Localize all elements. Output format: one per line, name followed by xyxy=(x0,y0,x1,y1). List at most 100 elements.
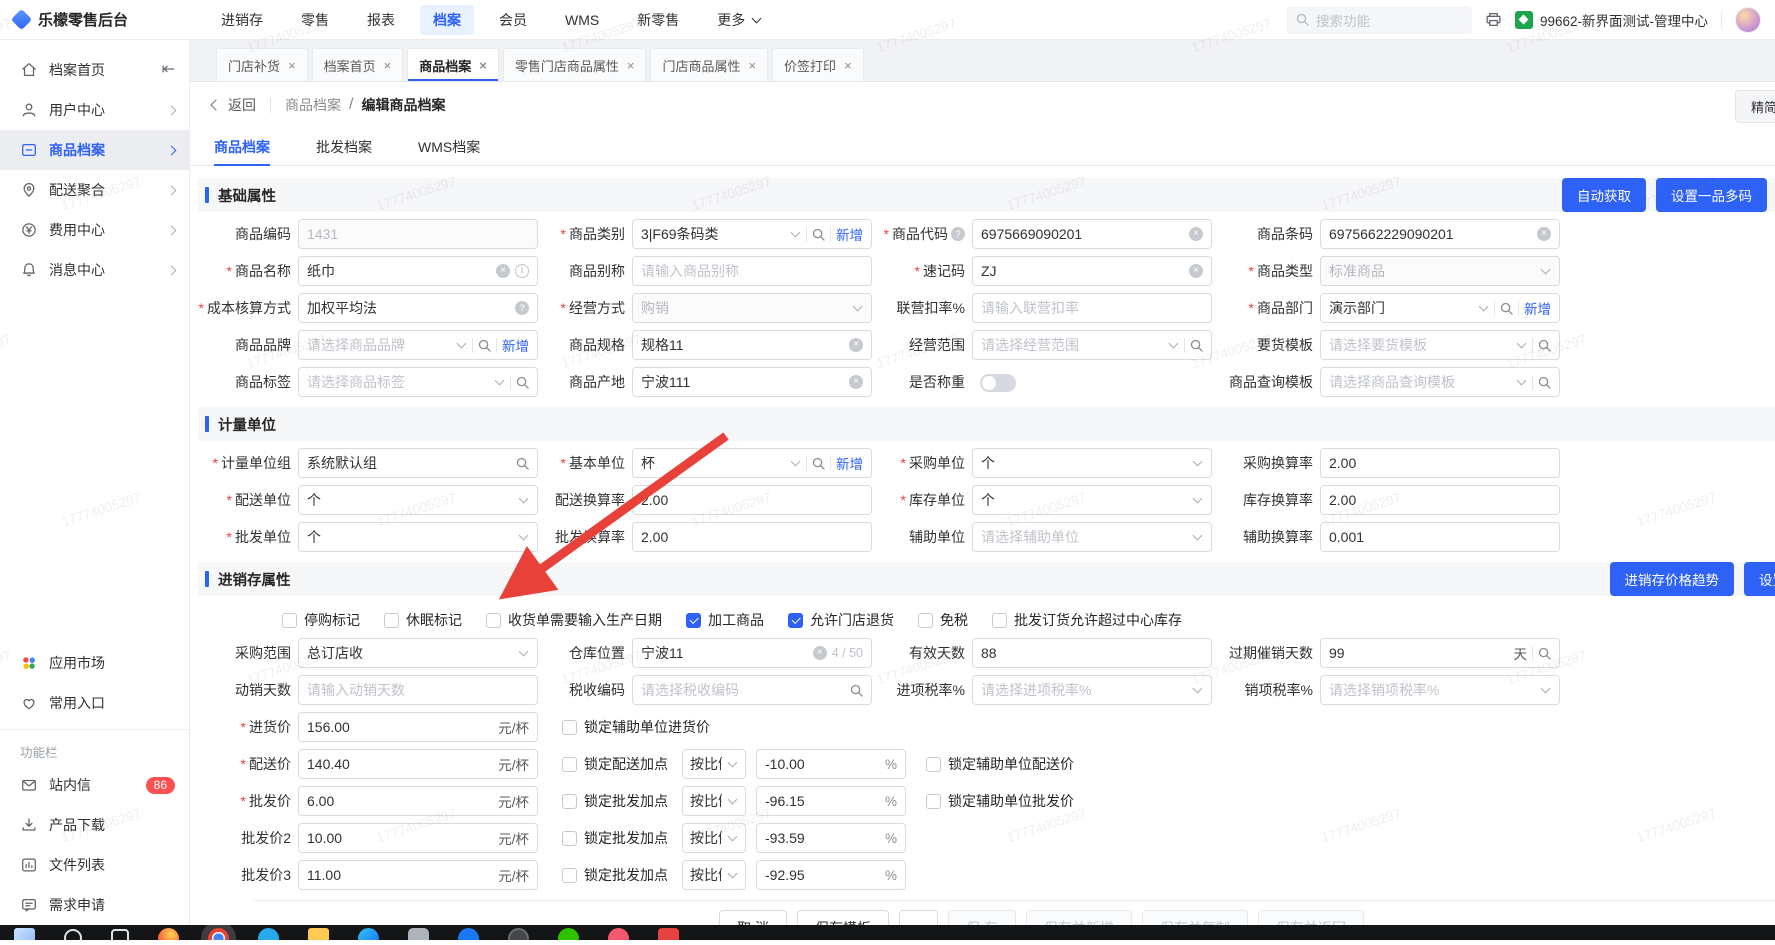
field-query-template[interactable]: 请选择商品查询模板 xyxy=(1320,367,1560,397)
nav-item-4[interactable]: 档案 xyxy=(420,4,474,35)
clear-icon[interactable]: × xyxy=(1537,227,1551,241)
search-icon[interactable] xyxy=(812,457,825,470)
printer-icon[interactable] xyxy=(1485,11,1502,28)
field-item-department[interactable]: 演示部门 新增 xyxy=(1320,293,1560,323)
file-explorer-icon[interactable] xyxy=(308,928,329,940)
sidebar-item-item-archive[interactable]: 商品档案 xyxy=(0,130,189,170)
field-purchase-price[interactable]: 156.00 元/杯 xyxy=(298,712,538,742)
field-aux-unit[interactable]: 请选择辅助单位 xyxy=(972,522,1212,552)
field-wholesale-price3[interactable]: 11.00 元/杯 xyxy=(298,860,538,890)
checkbox-allow-store-return[interactable]: 允许门店退货 xyxy=(788,610,894,630)
add-new-link[interactable]: 新增 xyxy=(836,224,863,244)
field-wholesale-rate[interactable]: 2.00 xyxy=(632,522,872,552)
field-delivery-price[interactable]: 140.40 元/杯 xyxy=(298,749,538,779)
back-button[interactable]: 返回 xyxy=(210,95,256,115)
field-purchase-rate[interactable]: 2.00 xyxy=(1320,448,1560,478)
tab-4[interactable]: 零售门店商品属性 × xyxy=(502,48,647,81)
wechat-icon[interactable] xyxy=(558,928,579,940)
search-icon[interactable] xyxy=(478,339,491,352)
field-shorthand-code[interactable]: ZJ × xyxy=(972,256,1212,286)
clear-icon[interactable]: × xyxy=(812,646,827,660)
field-tax-code[interactable]: 请选择税收编码 xyxy=(632,675,872,705)
breadcrumb-parent[interactable]: 商品档案 xyxy=(285,95,341,115)
app-red-icon[interactable] xyxy=(658,928,679,940)
field-item-barcode[interactable]: 6975662229090201 × xyxy=(1320,219,1560,249)
sidebar-item-fee-center[interactable]: 费用中心 xyxy=(0,210,189,250)
detail-tab-2[interactable]: 批发档案 xyxy=(316,128,372,165)
sidebar-item-site-mail[interactable]: 站内信 86 xyxy=(0,765,189,805)
markup-percent-delivery-price[interactable]: -10.00% xyxy=(756,749,906,779)
field-joint-rate[interactable]: 请输入联营扣率 xyxy=(972,293,1212,323)
clear-icon[interactable]: × xyxy=(496,264,510,278)
windows-start-icon[interactable] xyxy=(14,928,35,940)
checkbox-lock-wholesale-price[interactable]: 锁定批发加点 xyxy=(562,791,668,811)
field-business-scope[interactable]: 请选择经营范围 xyxy=(972,330,1212,360)
field-item-brand[interactable]: 请选择商品品牌 新增 xyxy=(298,330,538,360)
search-icon[interactable] xyxy=(516,457,529,470)
field-delivery-unit[interactable]: 个 xyxy=(298,485,538,515)
telegram-icon[interactable] xyxy=(258,928,279,940)
firefox-icon[interactable] xyxy=(158,928,179,940)
search-icon[interactable] xyxy=(1538,339,1551,352)
app-blue-icon[interactable] xyxy=(458,928,479,940)
task-view-icon[interactable] xyxy=(111,929,129,940)
checkbox-lock-delivery-price[interactable]: 锁定配送加点 xyxy=(562,754,668,774)
close-icon[interactable]: × xyxy=(748,58,756,73)
clear-icon[interactable]: × xyxy=(849,338,863,352)
clear-icon[interactable]: × xyxy=(849,375,863,389)
settings-button[interactable]: 设置 xyxy=(1744,562,1775,596)
field-item-code[interactable]: 1431 xyxy=(298,219,538,249)
chrome-icon[interactable] xyxy=(208,928,229,940)
markup-mode-select-wholesale-price2[interactable]: 按比例 xyxy=(682,823,746,853)
sidebar-item-delivery-aggregate[interactable]: 配送聚合 xyxy=(0,170,189,210)
field-item-spec[interactable]: 规格11 × xyxy=(632,330,872,360)
close-icon[interactable]: × xyxy=(479,58,487,73)
nav-item-5[interactable]: 会员 xyxy=(486,5,540,35)
field-item-tags[interactable]: 请选择商品标签 xyxy=(298,367,538,397)
app-gray-icon[interactable] xyxy=(408,928,429,940)
save-template-button[interactable]: 保存模板 xyxy=(797,910,889,925)
field-warehouse-location[interactable]: 宁波11 × 4 / 50 xyxy=(632,638,872,668)
account-switcher[interactable]: 99662-新界面测试-管理中心 xyxy=(1514,10,1708,30)
sidebar-item-file-list[interactable]: 文件列表 xyxy=(0,845,189,885)
more-button[interactable]: ··· xyxy=(899,910,938,925)
checkbox-tax-free[interactable]: 免税 xyxy=(918,610,968,630)
checkbox-lock-wholesale-price3[interactable]: 锁定批发加点 xyxy=(562,865,668,885)
field-purchase-unit[interactable]: 个 xyxy=(972,448,1212,478)
cancel-button[interactable]: 取 消 xyxy=(719,910,787,925)
field-item-category[interactable]: 3|F69条码类 新增 xyxy=(632,219,872,249)
sidebar-item-message-center[interactable]: 消息中心 xyxy=(0,250,189,290)
search-input[interactable]: 搜索功能 xyxy=(1285,5,1472,34)
sidebar-item-archive-home[interactable]: 档案首页 ⇤ xyxy=(0,50,189,90)
field-stock-rate[interactable]: 2.00 xyxy=(1320,485,1560,515)
checkbox-processed-goods[interactable]: 加工商品 xyxy=(686,610,764,630)
edge-icon[interactable] xyxy=(358,928,379,940)
field-stock-unit[interactable]: 个 xyxy=(972,485,1212,515)
multi-barcode-button[interactable]: 设置一品多码 xyxy=(1656,178,1767,212)
close-icon[interactable]: × xyxy=(627,58,635,73)
nav-item-8[interactable]: 更多 xyxy=(704,5,775,35)
field-cost-method[interactable]: 加权平均法? xyxy=(298,293,538,323)
add-new-link[interactable]: 新增 xyxy=(1524,298,1551,318)
search-icon[interactable] xyxy=(812,228,825,241)
markup-percent-wholesale-price2[interactable]: -93.59% xyxy=(756,823,906,853)
tab-6[interactable]: 价签打印 × xyxy=(772,48,864,81)
sidebar-item-frequent-entry[interactable]: 常用入口 xyxy=(0,683,189,723)
clear-icon[interactable]: × xyxy=(1189,264,1203,278)
checkbox-dormant-flag[interactable]: 休眠标记 xyxy=(384,610,462,630)
field-request-template[interactable]: 请选择要货模板 xyxy=(1320,330,1560,360)
app-dark-icon[interactable] xyxy=(508,928,529,940)
add-new-link[interactable]: 新增 xyxy=(836,453,863,473)
add-new-link[interactable]: 新增 xyxy=(502,335,529,355)
markup-mode-select-delivery-price[interactable]: 按比例 xyxy=(682,749,746,779)
field-wholesale-price[interactable]: 6.00 元/杯 xyxy=(298,786,538,816)
checkbox-lock-purchase-price[interactable]: 锁定辅助单位进货价 xyxy=(562,717,710,737)
search-icon[interactable] xyxy=(1190,339,1203,352)
tab-2[interactable]: 档案首页 × xyxy=(311,48,404,81)
markup-percent-wholesale-price[interactable]: -96.15% xyxy=(756,786,906,816)
avatar[interactable] xyxy=(1735,6,1761,33)
checkbox-require-production-date[interactable]: 收货单需要输入生产日期 xyxy=(486,610,662,630)
app-pink-icon[interactable] xyxy=(608,928,629,940)
field-expiry-push-days[interactable]: 99 天 xyxy=(1320,638,1560,668)
detail-tab-3[interactable]: WMS档案 xyxy=(418,128,480,165)
